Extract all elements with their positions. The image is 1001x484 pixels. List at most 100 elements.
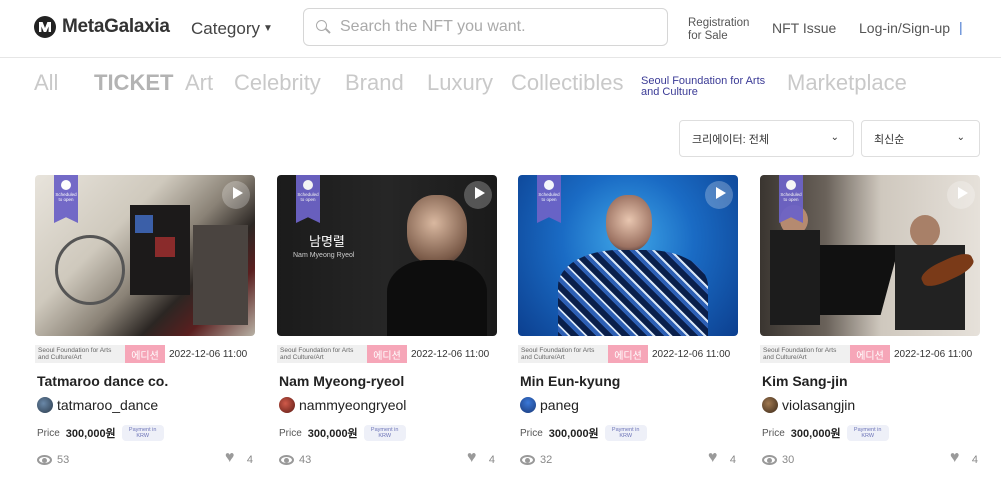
likes-count: 4 <box>246 453 253 466</box>
price-value: 300,000원 <box>65 428 116 440</box>
tab-seoul-foundation[interactable]: Seoul Foundation for Arts and Culture <box>641 76 776 98</box>
ribbon-label: Scheduled to open <box>55 192 77 202</box>
owner-name: violasangjin <box>782 397 856 413</box>
payment-badge: Payment in KRW <box>604 425 647 441</box>
nft-card[interactable]: Scheduled to open Seoul Foundation for A… <box>35 175 255 475</box>
chevron-down-icon: ⌄ <box>830 132 839 143</box>
eye-icon <box>37 454 52 465</box>
payment-badge: Payment in KRW <box>846 425 889 441</box>
nft-thumbnail[interactable]: Scheduled to open <box>760 175 980 336</box>
tab-all[interactable]: All <box>34 70 58 96</box>
likes-count: 4 <box>729 453 736 466</box>
likes[interactable]: 4 <box>950 449 978 467</box>
open-date: 2022-12-06 11:00 <box>894 348 973 360</box>
views: 30 <box>762 454 794 466</box>
card-owner[interactable]: nammyeongryeol <box>279 397 406 413</box>
card-title[interactable]: Min Eun-kyung <box>520 373 620 389</box>
open-date: 2022-12-06 11:00 <box>169 348 248 360</box>
nav-separator: | <box>959 19 963 35</box>
owner-name: nammyeongryeol <box>299 397 407 413</box>
heart-icon[interactable] <box>950 449 964 467</box>
tab-marketplace[interactable]: Marketplace <box>787 70 907 96</box>
likes-count: 4 <box>971 453 978 466</box>
likes[interactable]: 4 <box>708 449 736 467</box>
nft-card[interactable]: 남명렬 Nam Myeong Ryeol Scheduled to open S… <box>277 175 497 475</box>
category-dropdown[interactable]: Category ▼ <box>191 19 273 39</box>
price-row: Price 300,000원 Payment in KRW <box>762 425 889 441</box>
play-icon <box>233 187 243 199</box>
nft-thumbnail[interactable]: Scheduled to open <box>518 175 738 336</box>
org-badge: Seoul Foundation for Arts and Culture/Ar… <box>518 345 608 363</box>
logo[interactable]: MetaGalaxia <box>34 16 170 38</box>
card-title[interactable]: Kim Sang-jin <box>762 373 848 389</box>
tab-collectibles[interactable]: Collectibles <box>511 70 624 96</box>
tab-ticket[interactable]: TICKET <box>94 70 173 96</box>
edition-badge: 에디션 <box>608 345 648 363</box>
logo-text: MetaGalaxia <box>62 16 170 37</box>
nft-card[interactable]: Scheduled to open Seoul Foundation for A… <box>760 175 980 475</box>
nav-nft-issue[interactable]: NFT Issue <box>772 20 836 36</box>
thumb-name-en: Nam Myeong Ryeol <box>293 252 355 259</box>
views: 43 <box>279 454 311 466</box>
creator-filter-select[interactable]: 크리에이터: 전체 ⌄ <box>679 120 854 157</box>
views-count: 32 <box>540 453 553 466</box>
scheduled-ribbon: Scheduled to open <box>537 175 561 223</box>
views: 32 <box>520 454 552 466</box>
tab-brand[interactable]: Brand <box>345 70 404 96</box>
edition-badge: 에디션 <box>125 345 165 363</box>
payment-badge: Payment in KRW <box>121 425 164 441</box>
edition-badge: 에디션 <box>850 345 890 363</box>
owner-name: paneg <box>540 397 579 413</box>
nft-thumbnail[interactable]: Scheduled to open <box>35 175 255 336</box>
price-label: Price <box>520 427 543 439</box>
likes[interactable]: 4 <box>225 449 253 467</box>
price-label: Price <box>279 427 302 439</box>
card-title[interactable]: Nam Myeong-ryeol <box>279 373 404 389</box>
scheduled-ribbon: Scheduled to open <box>54 175 78 223</box>
card-title[interactable]: Tatmaroo dance co. <box>37 373 168 389</box>
open-date: 2022-12-06 11:00 <box>652 348 731 360</box>
nav-registration-for-sale[interactable]: Registration for Sale <box>688 17 758 43</box>
heart-icon[interactable] <box>708 449 722 467</box>
price-row: Price 300,000원 Payment in KRW <box>520 425 647 441</box>
eye-icon <box>279 454 294 465</box>
nft-card[interactable]: Scheduled to open Seoul Foundation for A… <box>518 175 738 475</box>
heart-icon[interactable] <box>225 449 239 467</box>
logo-icon <box>34 16 56 38</box>
card-stats: 32 4 <box>520 449 736 467</box>
search-box[interactable] <box>303 8 668 46</box>
ribbon-logo-icon <box>544 180 554 190</box>
payment-badge: Payment in KRW <box>363 425 406 441</box>
ribbon-label: Scheduled to open <box>297 192 319 202</box>
scheduled-ribbon: Scheduled to open <box>779 175 803 223</box>
views: 53 <box>37 454 69 466</box>
card-owner[interactable]: tatmaroo_dance <box>37 397 158 413</box>
tab-celebrity[interactable]: Celebrity <box>234 70 321 96</box>
org-badge: Seoul Foundation for Arts and Culture/Ar… <box>35 345 125 363</box>
search-input[interactable] <box>340 18 640 36</box>
likes-count: 4 <box>488 453 495 466</box>
card-stats: 53 4 <box>37 449 253 467</box>
heart-icon[interactable] <box>467 449 481 467</box>
likes[interactable]: 4 <box>467 449 495 467</box>
card-meta: Seoul Foundation for Arts and Culture/Ar… <box>35 345 265 363</box>
card-owner[interactable]: paneg <box>520 397 579 413</box>
ribbon-logo-icon <box>786 180 796 190</box>
thumb-name-ko: 남명렬 <box>309 234 345 249</box>
tab-art[interactable]: Art <box>185 70 213 96</box>
nav-login-signup[interactable]: Log-in/Sign-up <box>859 20 950 36</box>
price-value: 300,000원 <box>548 428 599 440</box>
sort-select[interactable]: 최신순 ⌄ <box>861 120 980 157</box>
avatar <box>762 397 778 413</box>
price-row: Price 300,000원 Payment in KRW <box>37 425 164 441</box>
ribbon-label: Scheduled to open <box>538 192 560 202</box>
ribbon-logo-icon <box>303 180 313 190</box>
edition-badge: 에디션 <box>367 345 407 363</box>
nft-thumbnail[interactable]: 남명렬 Nam Myeong Ryeol Scheduled to open <box>277 175 497 336</box>
scheduled-ribbon: Scheduled to open <box>296 175 320 223</box>
tab-luxury[interactable]: Luxury <box>427 70 493 96</box>
avatar <box>520 397 536 413</box>
search-icon <box>316 20 330 34</box>
card-owner[interactable]: violasangjin <box>762 397 855 413</box>
org-badge: Seoul Foundation for Arts and Culture/Ar… <box>760 345 850 363</box>
